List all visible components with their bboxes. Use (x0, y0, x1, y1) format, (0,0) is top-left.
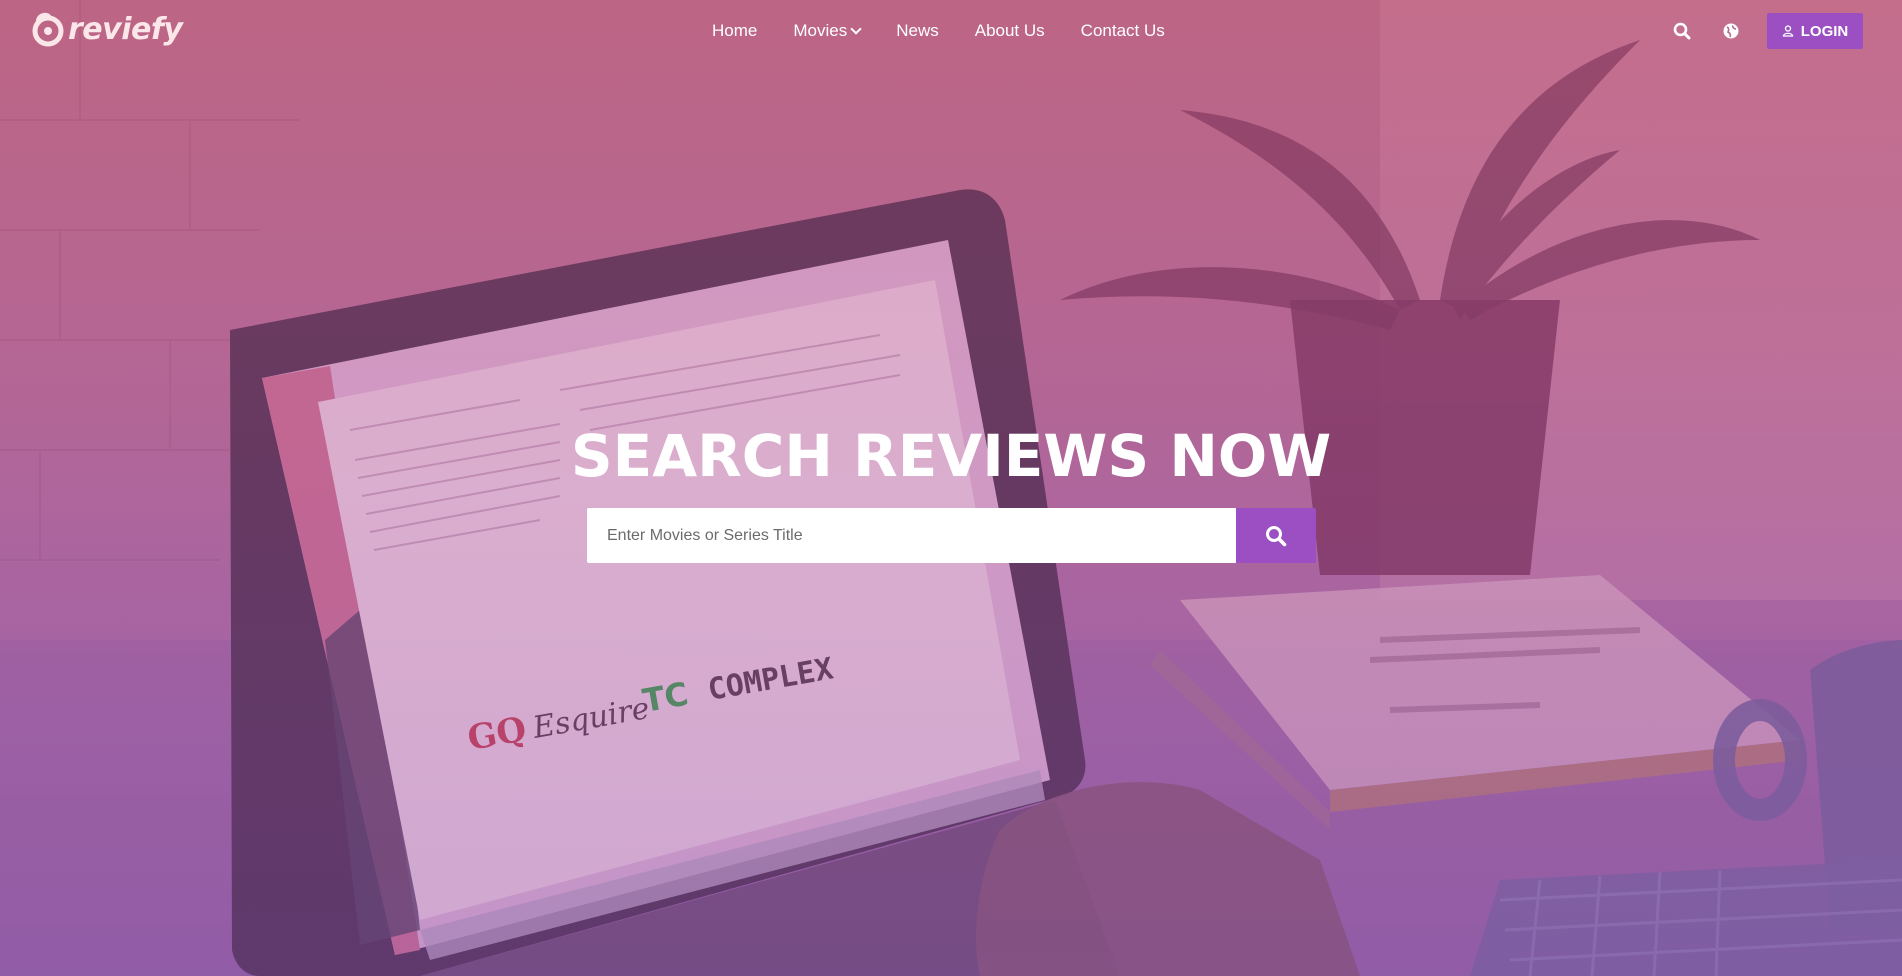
search-input[interactable] (587, 508, 1236, 563)
search-icon[interactable] (1672, 21, 1692, 41)
nav-item-label: Contact Us (1080, 21, 1165, 40)
nav-item-contact-us[interactable]: Contact Us (1081, 20, 1165, 42)
chevron-down-icon (850, 23, 862, 35)
site-header: reviefy Home Movies News About Us Contac… (0, 0, 1902, 64)
login-label: LOGIN (1800, 22, 1849, 40)
nav-item-label: Movies (793, 21, 848, 40)
nav-item-about-us[interactable]: About Us (975, 20, 1045, 42)
globe-icon[interactable] (1721, 21, 1741, 41)
brand-name: reviefy (68, 12, 183, 47)
search-icon (1266, 525, 1287, 546)
logo-mark-icon (32, 12, 64, 47)
nav-item-news[interactable]: News (896, 20, 939, 42)
brand-logo[interactable]: reviefy (30, 10, 183, 50)
search-submit-button[interactable] (1236, 508, 1316, 563)
hero-search-form (587, 508, 1316, 563)
nav-item-label: About Us (974, 21, 1045, 40)
nav-item-label: News (896, 21, 939, 40)
nav-item-movies[interactable]: Movies (793, 20, 862, 42)
hero-section: GQ Esquire TC COMPLEX reviefy Home (0, 0, 1902, 976)
user-icon (1782, 25, 1793, 37)
hero-title: SEARCH REVIEWS NOW (570, 422, 1332, 490)
login-button[interactable]: LOGIN (1767, 13, 1863, 49)
nav-item-home[interactable]: Home (712, 20, 757, 42)
nav-item-label: Home (712, 21, 758, 40)
main-nav: Home Movies News About Us Contact Us (712, 20, 1201, 42)
